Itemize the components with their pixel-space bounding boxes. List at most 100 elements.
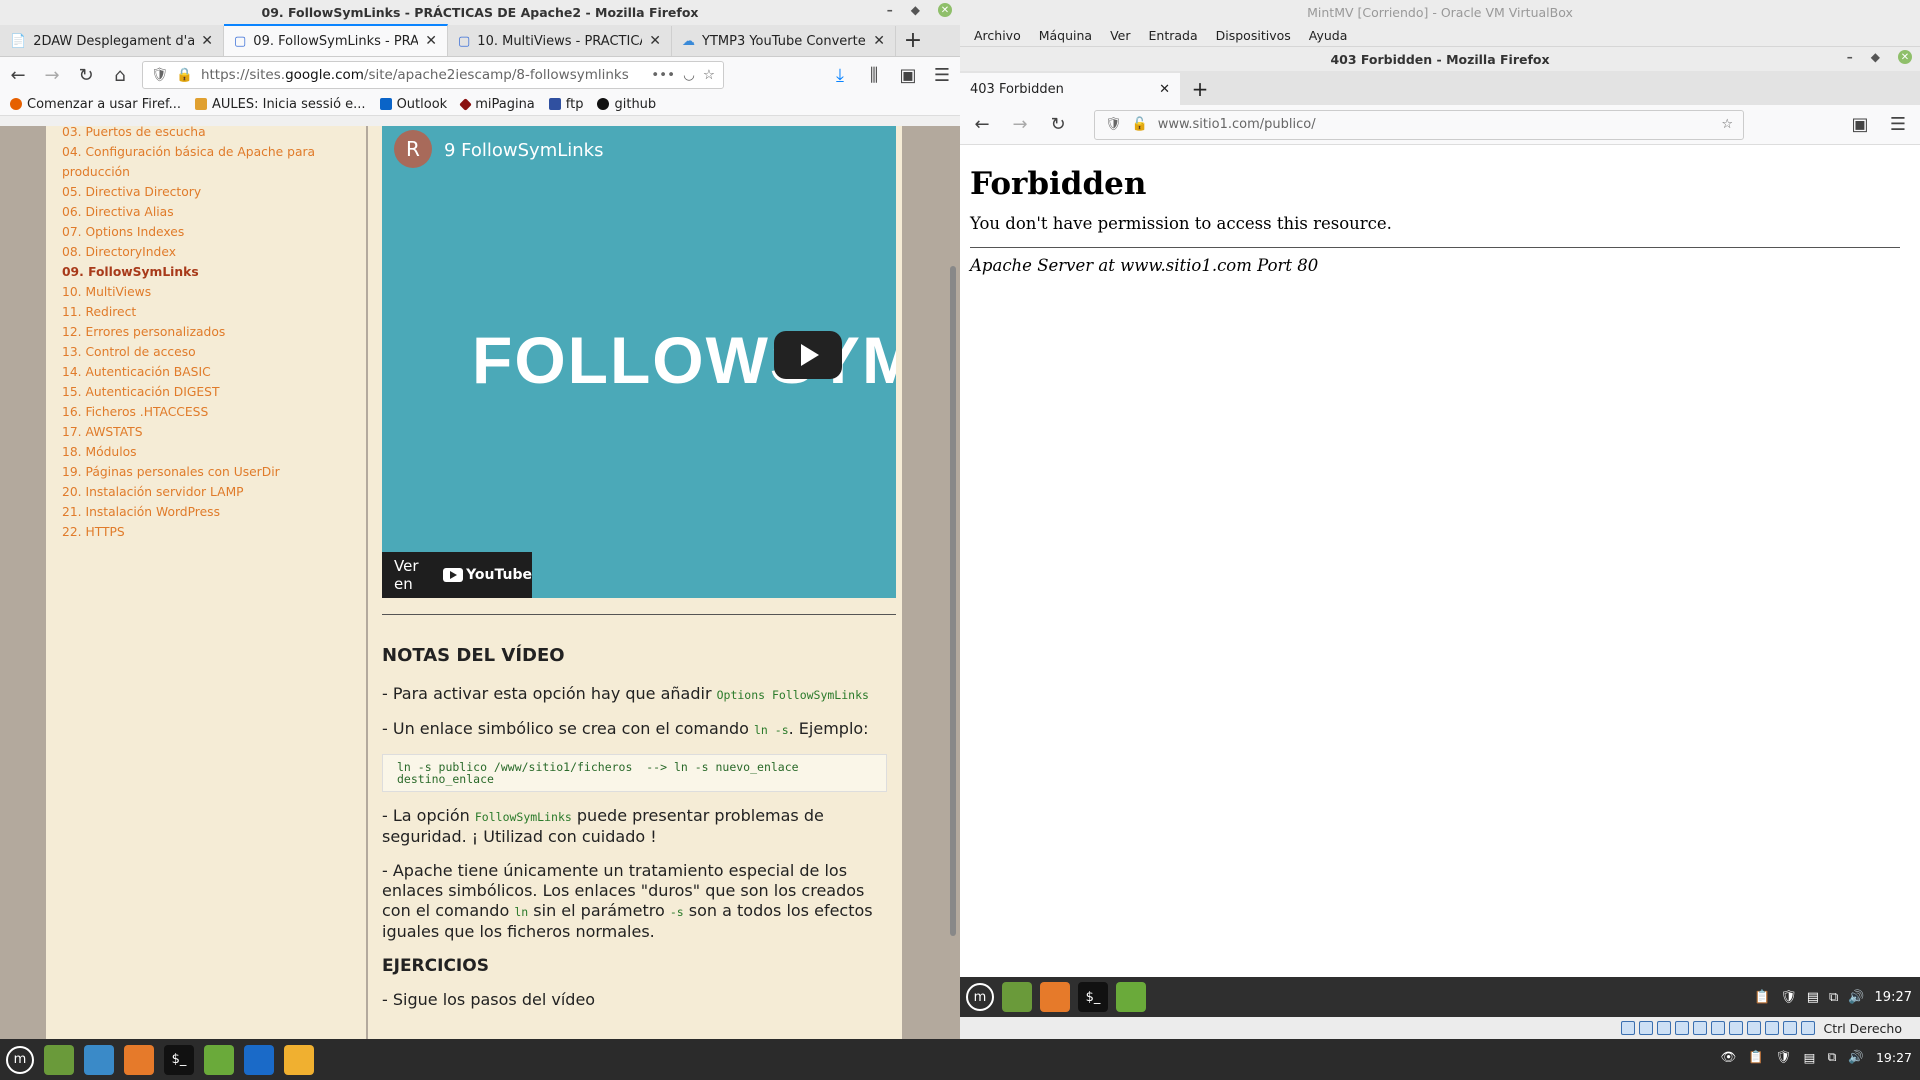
tab-2daw[interactable]: 📄 2DAW Desplegament d'apl ✕ bbox=[0, 26, 224, 56]
clipboard-icon[interactable]: 📋 bbox=[1754, 990, 1770, 1005]
tab-followsymlinks[interactable]: ▢ 09. FollowSymLinks - PRÁC ✕ bbox=[224, 24, 448, 56]
close-icon[interactable]: ✕ bbox=[1898, 50, 1912, 64]
nav-item[interactable]: 22. HTTPS bbox=[62, 522, 332, 542]
nav-item[interactable]: 17. AWSTATS bbox=[62, 422, 332, 442]
nav-item[interactable]: 15. Autenticación DIGEST bbox=[62, 382, 332, 402]
audio-icon[interactable] bbox=[1657, 1021, 1672, 1035]
youtube-embed[interactable]: R 9 FollowSymLinks FOLLOWSYM Ver en YouT… bbox=[382, 126, 896, 598]
update-icon[interactable]: ▤ bbox=[1804, 1050, 1816, 1065]
bookmark-ftp[interactable]: ftp bbox=[548, 97, 583, 112]
close-tab-icon[interactable]: ✕ bbox=[649, 33, 661, 49]
nav-item[interactable]: 04. Configuración básica de Apache para … bbox=[62, 142, 332, 182]
mouse-integration-icon[interactable] bbox=[1783, 1021, 1798, 1035]
forward-icon[interactable]: → bbox=[40, 65, 64, 86]
volume-icon[interactable]: 🔊 bbox=[1848, 990, 1864, 1005]
bookmark-mipagina[interactable]: miPagina bbox=[459, 97, 535, 112]
folder-icon[interactable] bbox=[204, 1044, 234, 1075]
nav-item[interactable]: 16. Ficheros .HTACCESS bbox=[62, 402, 332, 422]
usb-icon[interactable] bbox=[1693, 1021, 1708, 1035]
scrollbar-thumb[interactable] bbox=[950, 266, 956, 936]
bookmark-star-icon[interactable]: ☆ bbox=[703, 67, 715, 83]
keyboard-icon[interactable] bbox=[1801, 1021, 1816, 1035]
minimize-icon[interactable]: – bbox=[887, 3, 893, 17]
nav-item[interactable]: 08. DirectoryIndex bbox=[62, 242, 332, 262]
bookmark-comenzar[interactable]: Comenzar a usar Firef... bbox=[10, 97, 181, 112]
bookmark-star-icon[interactable]: ☆ bbox=[1721, 117, 1733, 132]
vm-menu-item[interactable]: Entrada bbox=[1149, 28, 1198, 43]
sidebar-icon[interactable]: ▣ bbox=[896, 65, 920, 86]
nav-item[interactable]: 07. Options Indexes bbox=[62, 222, 332, 242]
nav-item[interactable]: 13. Control de acceso bbox=[62, 342, 332, 362]
video-title[interactable]: 9 FollowSymLinks bbox=[444, 140, 604, 161]
reload-icon[interactable]: ↻ bbox=[74, 65, 98, 86]
library-icon[interactable]: ⫼ bbox=[862, 65, 886, 86]
bookmark-outlook[interactable]: Outlook bbox=[379, 97, 447, 112]
vm-menu-item[interactable]: Dispositivos bbox=[1216, 28, 1291, 43]
channel-avatar[interactable]: R bbox=[394, 130, 432, 168]
close-tab-icon[interactable]: ✕ bbox=[425, 33, 437, 49]
close-tab-icon[interactable]: ✕ bbox=[873, 33, 885, 49]
nav-item[interactable]: 05. Directiva Directory bbox=[62, 182, 332, 202]
terminal-icon[interactable]: $_ bbox=[164, 1044, 194, 1075]
new-tab-button[interactable]: + bbox=[896, 26, 930, 56]
pocket-icon[interactable]: ◡ bbox=[683, 67, 695, 83]
minimize-icon[interactable]: – bbox=[1847, 50, 1853, 64]
network-icon[interactable]: ⧉ bbox=[1829, 990, 1838, 1005]
nav-item[interactable]: 06. Directiva Alias bbox=[62, 202, 332, 222]
display-icon[interactable] bbox=[1729, 1021, 1744, 1035]
new-tab-button[interactable]: + bbox=[1180, 73, 1220, 105]
shield-icon[interactable]: 🛡 bbox=[151, 67, 168, 83]
shared-folder-icon[interactable] bbox=[1711, 1021, 1726, 1035]
download-icon[interactable]: ⤓ bbox=[828, 65, 852, 86]
nav-item[interactable]: 12. Errores personalizados bbox=[62, 322, 332, 342]
hdd-icon[interactable] bbox=[1621, 1021, 1636, 1035]
nav-item[interactable]: 14. Autenticación BASIC bbox=[62, 362, 332, 382]
vm-menu-item[interactable]: Máquina bbox=[1039, 28, 1092, 43]
lock-icon[interactable]: 🔒 bbox=[176, 67, 193, 83]
back-icon[interactable]: ← bbox=[6, 65, 30, 86]
nav-item[interactable]: 20. Instalación servidor LAMP bbox=[62, 482, 332, 502]
maximize-icon[interactable]: ◆ bbox=[911, 3, 920, 17]
network-icon[interactable]: ⧉ bbox=[1827, 1049, 1836, 1065]
close-tab-icon[interactable]: ✕ bbox=[201, 33, 213, 49]
volume-icon[interactable]: 🔊 bbox=[1848, 1049, 1864, 1065]
nav-item[interactable]: 09. FollowSymLinks bbox=[62, 262, 332, 282]
nav-item[interactable]: 03. Puertos de escucha bbox=[62, 126, 332, 142]
vm-menu-item[interactable]: Ayuda bbox=[1309, 28, 1348, 43]
folder-icon[interactable] bbox=[1116, 982, 1146, 1012]
nav-item[interactable]: 19. Páginas personales con UserDir bbox=[62, 462, 332, 482]
insecure-lock-icon[interactable]: 🔓 bbox=[1132, 117, 1148, 132]
recording-icon[interactable] bbox=[1747, 1021, 1762, 1035]
tab-ytmp3[interactable]: ☁ YTMP3 YouTube Converter ✕ bbox=[672, 26, 896, 56]
back-icon[interactable]: ← bbox=[970, 114, 994, 135]
forward-icon[interactable]: → bbox=[1008, 114, 1032, 135]
close-icon[interactable]: ✕ bbox=[938, 3, 952, 17]
bookmark-github[interactable]: github bbox=[597, 97, 656, 112]
menu-icon[interactable]: ☰ bbox=[1886, 114, 1910, 135]
virtualbox-icon[interactable] bbox=[284, 1044, 314, 1075]
tab-multiviews[interactable]: ▢ 10. MultiViews - PRÁCTICA ✕ bbox=[448, 26, 672, 56]
more-actions-icon[interactable]: ••• bbox=[651, 67, 675, 83]
optical-drive-icon[interactable] bbox=[1639, 1021, 1654, 1035]
files-icon[interactable] bbox=[44, 1044, 74, 1075]
nav-item[interactable]: 18. Módulos bbox=[62, 442, 332, 462]
vm-menu-item[interactable]: Archivo bbox=[974, 28, 1021, 43]
firefox-icon[interactable] bbox=[124, 1044, 154, 1075]
monitor-app-icon[interactable] bbox=[84, 1044, 114, 1075]
cpu-icon[interactable] bbox=[1765, 1021, 1780, 1035]
close-tab-icon[interactable]: ✕ bbox=[1159, 82, 1170, 97]
terminal-icon[interactable]: $_ bbox=[1078, 982, 1108, 1012]
mint-menu-icon[interactable]: m bbox=[966, 983, 994, 1011]
vscode-icon[interactable] bbox=[244, 1044, 274, 1075]
vm-url-bar[interactable]: 🛡 🔓 www.sitio1.com/publico/ ☆ bbox=[1094, 109, 1744, 140]
shield-icon[interactable]: 🛡 bbox=[1780, 990, 1797, 1005]
reload-icon[interactable]: ↻ bbox=[1046, 114, 1070, 135]
nav-item[interactable]: 10. MultiViews bbox=[62, 282, 332, 302]
vm-clock[interactable]: 19:27 bbox=[1875, 990, 1912, 1005]
maximize-icon[interactable]: ◆ bbox=[1871, 50, 1880, 64]
shield-icon[interactable]: 🛡 bbox=[1776, 1049, 1792, 1065]
menu-icon[interactable]: ☰ bbox=[930, 65, 954, 86]
nav-item[interactable]: 11. Redirect bbox=[62, 302, 332, 322]
firefox-icon[interactable] bbox=[1040, 982, 1070, 1012]
vm-menu-item[interactable]: Ver bbox=[1110, 28, 1130, 43]
